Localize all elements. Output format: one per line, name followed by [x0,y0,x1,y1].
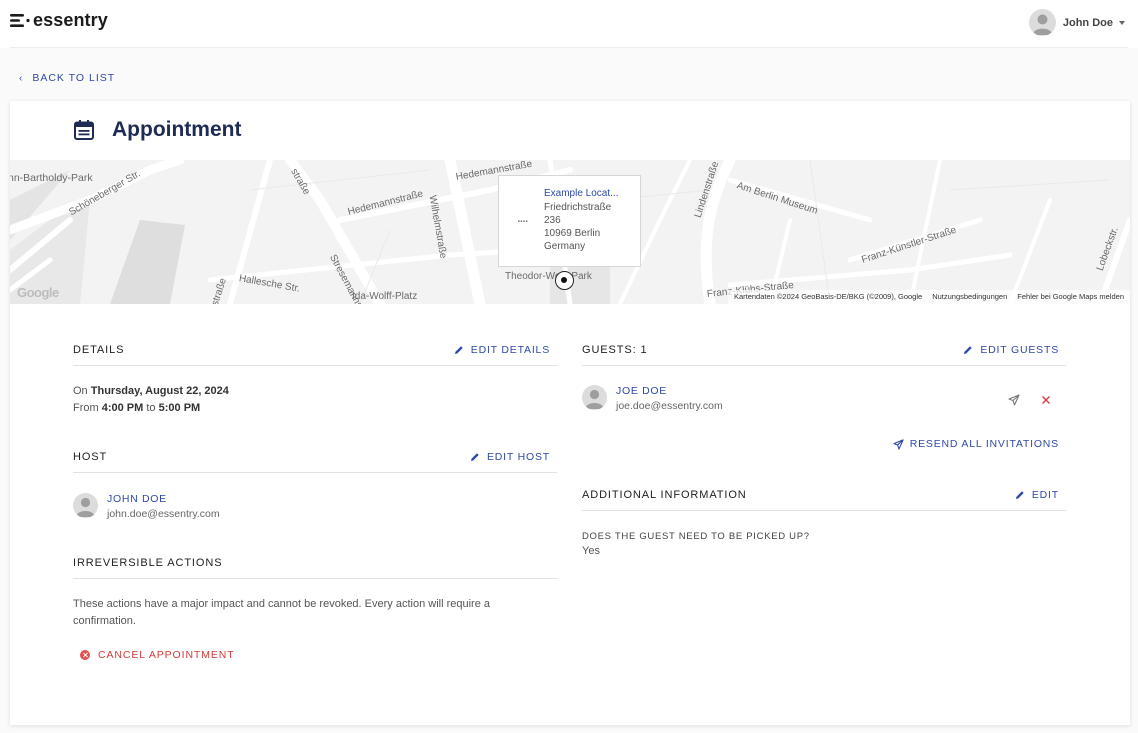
time-prefix: From [73,402,99,414]
map-attribution: Kartendaten ©2024 GeoBasis-DE/BKG (©2009… [727,290,1130,304]
host-email: john.doe@essentry.com [107,508,220,520]
additional-info-section-header: ADDITIONAL INFORMATION EDIT [582,489,1066,511]
location-map[interactable]: nn-Bartholdy-Park Schöneberger Str. Hede… [10,160,1130,304]
host-info: JOHN DOE john.doe@essentry.com [107,493,220,520]
end-time: 5:00 PM [158,402,201,414]
report-error-link[interactable]: Fehler bei Google Maps melden [1017,292,1124,304]
appointment-card: Appointment nn-Bartholdy-Park Schöneberg… [10,101,1130,725]
guest-avatar-icon [582,385,607,410]
logo-icon [10,14,30,27]
essentry-logo[interactable]: essentry [10,10,108,31]
guest-info: JOE DOE joe.doe@essentry.com [616,385,723,412]
user-menu[interactable]: John Doe [1028,9,1125,36]
cancel-appointment-label: CANCEL APPOINTMENT [98,649,235,661]
edit-additional-info-label: EDIT [1031,489,1059,501]
calendar-icon [74,120,94,140]
host-title: HOST [73,451,108,463]
location-country: Germany [544,241,586,252]
location-city: 10969 Berlin [544,228,601,239]
guests-title: GUESTS: 1 [582,344,648,356]
location-name: Example Locat... [544,188,619,199]
pickup-question: DOES THE GUEST NEED TO BE PICKED UP? [582,531,810,542]
terms-link[interactable]: Nutzungsbedingungen [932,292,1007,304]
pencil-icon [1015,491,1024,499]
edit-details-label: EDIT DETAILS [470,344,550,356]
irreversible-title: IRREVERSIBLE ACTIONS [73,557,223,569]
top-header: essentry John Doe [0,0,1138,48]
appointment-date: Thursday, August 22, 2024 [90,385,229,397]
map-label: nn-Bartholdy-Park [10,172,93,184]
appointment-time-line: From 4:00 PM to 5:00 PM [73,402,200,414]
cancel-circle-icon [80,650,90,660]
map-label: Theodor-Wolff-Park [505,271,592,282]
host-person: JOHN DOE john.doe@essentry.com [73,493,220,520]
back-to-list-label: BACK TO LIST [32,72,116,84]
pencil-icon [454,346,463,354]
close-icon [1042,396,1050,404]
edit-host-button[interactable]: EDIT HOST [470,451,550,463]
time-separator: to [146,402,156,414]
pickup-answer: Yes [582,545,600,557]
logo-text: essentry [33,10,108,30]
page-header: Appointment [73,118,241,142]
location-popup[interactable]: ■ ■ ■ ■ Example Locat... Friedrichstraße… [498,175,641,267]
resend-all-invitations-button[interactable]: RESEND ALL INVITATIONS [893,438,1059,450]
guests-section-header: GUESTS: 1 EDIT GUESTS [582,344,1066,366]
appointment-date-line: On Thursday, August 22, 2024 [73,385,229,397]
location-number: 236 [544,215,561,226]
page-title: Appointment [112,118,242,141]
details-title: DETAILS [73,344,125,356]
guest-name[interactable]: JOE DOE [616,385,723,397]
map-data-credit: Kartendaten ©2024 GeoBasis-DE/BKG (©2009… [733,292,923,301]
location-street: Friedrichstraße [544,202,612,213]
location-thumbnail: ■ ■ ■ ■ [518,219,528,223]
chevron-down-icon [1119,20,1125,25]
start-time: 4:00 PM [101,402,144,414]
chevron-left-icon: ‹ [19,72,24,84]
host-avatar-icon [73,493,98,518]
cancel-appointment-button[interactable]: CANCEL APPOINTMENT [80,649,235,661]
additional-info-title: ADDITIONAL INFORMATION [582,489,747,501]
guest-email: joe.doe@essentry.com [616,400,723,412]
host-section-header: HOST EDIT HOST [73,451,557,473]
map-label: Ida-Wolff-Platz [352,291,418,302]
edit-guests-label: EDIT GUESTS [980,344,1059,356]
map-marker-icon[interactable] [555,271,574,290]
irreversible-description-cont: confirmation. [73,615,136,627]
pencil-icon [964,346,973,354]
edit-guests-button[interactable]: EDIT GUESTS [963,344,1059,356]
send-icon [893,438,904,450]
host-name[interactable]: JOHN DOE [107,493,220,505]
date-prefix: On [73,385,88,397]
edit-details-button[interactable]: EDIT DETAILS [454,344,550,356]
send-icon [1008,394,1020,406]
guest-person: JOE DOE joe.doe@essentry.com [582,385,723,412]
back-to-list-link[interactable]: ‹ BACK TO LIST [19,72,115,84]
remove-guest-button[interactable] [1038,392,1054,408]
pencil-icon [470,453,479,461]
send-invitation-button[interactable] [1006,392,1022,408]
google-logo: Google [17,285,59,300]
header-divider [10,47,1128,48]
resend-all-invitations-label: RESEND ALL INVITATIONS [909,438,1059,450]
user-name: John Doe [1062,16,1113,29]
edit-host-label: EDIT HOST [486,451,550,463]
user-avatar-icon [1028,9,1056,36]
details-section-header: DETAILS EDIT DETAILS [73,344,557,366]
edit-additional-info-button[interactable]: EDIT [1015,489,1059,501]
irreversible-description: These actions have a major impact and ca… [73,598,490,610]
irreversible-section-header: IRREVERSIBLE ACTIONS [73,557,557,579]
